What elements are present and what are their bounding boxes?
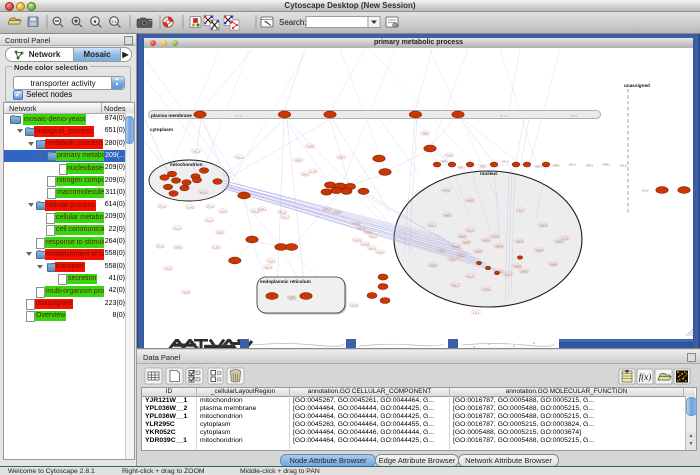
- svg-text:YOR2: YOR2: [491, 235, 500, 239]
- svg-text:YBR0: YBR0: [443, 214, 451, 218]
- svg-text:YGR2: YGR2: [350, 304, 359, 308]
- svg-text:YKL0: YKL0: [251, 210, 259, 214]
- svg-text:YGR2: YGR2: [442, 189, 451, 193]
- svg-text:YPL0: YPL0: [323, 208, 331, 212]
- svg-text:YDR1: YDR1: [421, 132, 429, 136]
- svg-text:YNL1: YNL1: [504, 273, 512, 277]
- svg-text:1:1: 1:1: [111, 19, 117, 24]
- svg-text:YGR2: YGR2: [306, 145, 315, 149]
- svg-text:YNL1: YNL1: [466, 275, 474, 279]
- svg-text:YMR2: YMR2: [474, 250, 483, 254]
- svg-text:YLR3: YLR3: [353, 239, 361, 243]
- svg-text:YMR2: YMR2: [466, 199, 475, 203]
- svg-text:YKL0: YKL0: [264, 266, 272, 270]
- svg-text:YKL0: YKL0: [164, 267, 172, 271]
- svg-text:YBR0: YBR0: [495, 245, 503, 249]
- svg-text:YBR0: YBR0: [458, 235, 466, 239]
- svg-text:YLR3: YLR3: [219, 210, 227, 214]
- svg-text:YNL1: YNL1: [457, 254, 465, 258]
- svg-text:YKL0: YKL0: [205, 219, 213, 223]
- svg-text:YLR3: YLR3: [212, 246, 220, 250]
- svg-text:YOR2: YOR2: [429, 264, 438, 268]
- svg-text:YLR3: YLR3: [186, 206, 194, 210]
- svg-text:YBR0: YBR0: [462, 241, 470, 245]
- svg-text:YDR1: YDR1: [301, 173, 309, 177]
- svg-text:YDR1: YDR1: [294, 159, 302, 163]
- svg-text:YPL0: YPL0: [369, 235, 377, 239]
- svg-text:YPL0: YPL0: [278, 211, 286, 215]
- svg-text:YLR3: YLR3: [309, 170, 317, 174]
- svg-text:YOR2: YOR2: [482, 288, 491, 292]
- svg-text:cytoplasm: cytoplasm: [150, 127, 173, 132]
- svg-text:YOR2: YOR2: [452, 245, 461, 249]
- svg-text:YAL0: YAL0: [641, 189, 648, 193]
- svg-text:YDR1: YDR1: [288, 297, 296, 301]
- svg-text:YAL0: YAL0: [619, 164, 626, 168]
- svg-text:(x--x): (x--x): [235, 114, 242, 118]
- svg-text:YKL0: YKL0: [206, 205, 214, 209]
- svg-text:YBR0: YBR0: [549, 263, 557, 267]
- svg-text:YNL1: YNL1: [448, 258, 456, 262]
- svg-text:YER1: YER1: [585, 164, 593, 168]
- svg-text:YKL0: YKL0: [281, 216, 289, 220]
- svg-text:endoplasmic reticulum: endoplasmic reticulum: [260, 279, 311, 284]
- svg-text:YER1: YER1: [602, 163, 610, 167]
- svg-text:YDR1: YDR1: [376, 251, 384, 255]
- svg-text:YMR2: YMR2: [515, 240, 524, 244]
- svg-text:YGR2: YGR2: [361, 243, 370, 247]
- svg-text:YBR0: YBR0: [520, 270, 528, 274]
- svg-text:YKL0: YKL0: [199, 191, 207, 195]
- svg-text:YDR1: YDR1: [337, 156, 345, 160]
- svg-text:(x--x): (x--x): [500, 114, 507, 118]
- svg-text:YLR3: YLR3: [352, 222, 360, 226]
- svg-text:YAL0: YAL0: [501, 160, 508, 164]
- svg-text:YPL0: YPL0: [156, 245, 164, 249]
- svg-text:YJL1: YJL1: [517, 209, 524, 213]
- svg-text:YKL0: YKL0: [192, 150, 200, 154]
- svg-text:(x-x): (x-x): [571, 114, 577, 118]
- svg-text:YGR2: YGR2: [445, 154, 454, 158]
- svg-text:YMR2: YMR2: [539, 224, 548, 228]
- svg-text:■: ■: [94, 19, 97, 24]
- svg-text:YKL0: YKL0: [235, 156, 243, 160]
- svg-text:YLR3: YLR3: [267, 260, 275, 264]
- svg-text:mitochondrion: mitochondrion: [170, 162, 203, 167]
- svg-text:YKL0: YKL0: [368, 247, 376, 251]
- svg-text:f(x): f(x): [639, 372, 652, 382]
- svg-text:YER1: YER1: [479, 165, 487, 169]
- svg-text:YNL1: YNL1: [466, 229, 474, 233]
- svg-text:YER1: YER1: [552, 164, 560, 168]
- svg-text:YER1: YER1: [534, 165, 542, 169]
- svg-text:YDR1: YDR1: [174, 246, 182, 250]
- svg-text:YGR2: YGR2: [182, 291, 191, 295]
- svg-text:YNL1: YNL1: [451, 284, 459, 288]
- svg-text:nucleus: nucleus: [480, 171, 498, 176]
- svg-text:unassigned: unassigned: [624, 83, 650, 88]
- svg-text:YER1: YER1: [440, 160, 448, 164]
- svg-text:YKL0: YKL0: [158, 205, 166, 209]
- svg-text:YGR2: YGR2: [333, 211, 342, 215]
- svg-text:YDR1: YDR1: [216, 231, 224, 235]
- svg-text:YPL0: YPL0: [357, 227, 365, 231]
- svg-text:YBR0: YBR0: [513, 265, 521, 269]
- svg-text:YAL0: YAL0: [568, 163, 575, 167]
- svg-text:YJL1: YJL1: [438, 249, 445, 253]
- svg-text:YJL1: YJL1: [562, 237, 569, 241]
- svg-text:plasma membrane: plasma membrane: [151, 113, 192, 118]
- svg-text:YJL1: YJL1: [473, 311, 480, 315]
- svg-text:YBR0: YBR0: [535, 249, 543, 253]
- svg-text:YBR0: YBR0: [482, 239, 490, 243]
- svg-text:YER1: YER1: [457, 166, 465, 170]
- svg-text:YKL0: YKL0: [173, 227, 181, 231]
- svg-text:YNL1: YNL1: [428, 224, 436, 228]
